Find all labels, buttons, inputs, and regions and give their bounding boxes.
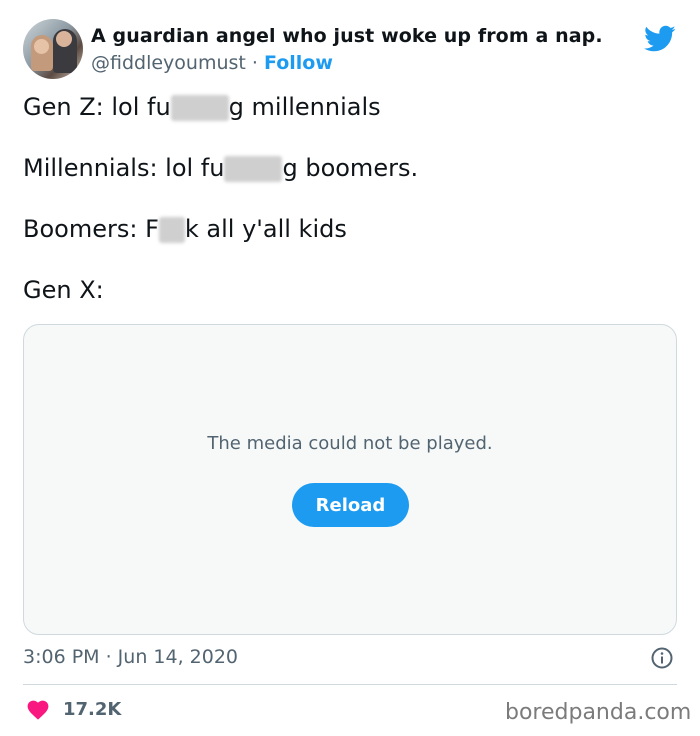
watermark: boredpanda.com xyxy=(505,700,692,725)
censor-blur xyxy=(224,156,283,182)
author-handle[interactable]: @fiddleyoumust xyxy=(91,52,246,74)
tweet-text: Gen Z: lol fu g millennials Millennials: … xyxy=(23,92,673,336)
handle-separator: · xyxy=(251,52,258,74)
author-display-name[interactable]: A guardian angel who just woke up from a… xyxy=(91,25,603,47)
tweet-line-text: g boomers. xyxy=(282,154,419,182)
heart-icon[interactable] xyxy=(26,698,50,720)
tweet-line-text: Millennials: lol fu xyxy=(23,154,225,182)
tweet-line-millennials: Millennials: lol fu g boomers. xyxy=(23,153,673,183)
tweet-timestamp[interactable]: 3:06 PM · Jun 14, 2020 xyxy=(23,646,238,668)
avatar[interactable] xyxy=(23,19,83,79)
media-error-message: The media could not be played. xyxy=(207,433,493,454)
like-count: 17.2K xyxy=(63,698,122,720)
tweet-line-text: Gen X: xyxy=(23,276,104,304)
tweet-line-text: k all y'all kids xyxy=(184,215,347,243)
twitter-bird-icon[interactable] xyxy=(644,25,676,53)
follow-link[interactable]: Follow xyxy=(264,52,333,74)
divider xyxy=(23,684,677,685)
censor-blur xyxy=(170,95,229,121)
tweet-line-boomers: Boomers: F k all y'all kids xyxy=(23,214,673,244)
censor-blur xyxy=(158,217,185,243)
tweet-line-text: g millennials xyxy=(228,93,381,121)
tweet-line-gen-z: Gen Z: lol fu g millennials xyxy=(23,92,673,122)
tweet-line-text: Gen Z: lol fu xyxy=(23,93,171,121)
tweet-line-gen-x: Gen X: xyxy=(23,275,673,305)
like-action[interactable]: 17.2K xyxy=(26,697,121,721)
author-handle-line: @fiddleyoumust · Follow xyxy=(91,52,333,74)
reload-button[interactable]: Reload xyxy=(292,483,409,527)
tweet-line-text: Boomers: F xyxy=(23,215,159,243)
tweet-header: A guardian angel who just woke up from a… xyxy=(23,17,683,81)
media-player[interactable]: The media could not be played. Reload xyxy=(23,324,677,635)
info-icon[interactable] xyxy=(650,646,674,670)
